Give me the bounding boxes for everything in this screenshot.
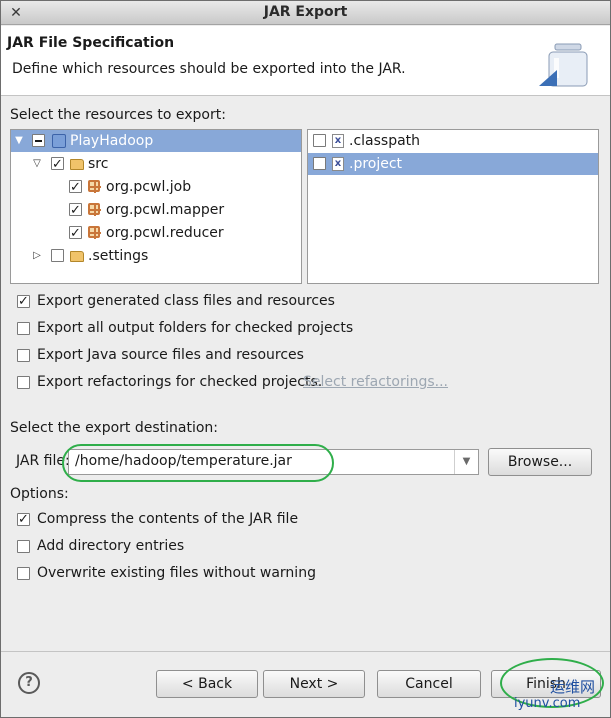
tree-checkbox-job[interactable]	[69, 177, 82, 199]
destination-label: Select the export destination:	[10, 420, 219, 436]
tree-checkbox-settings[interactable]	[51, 249, 64, 262]
title-bar: ✕ JAR Export	[1, 1, 610, 25]
select-refactorings-link[interactable]: Select refactorings...	[303, 372, 448, 392]
back-button[interactable]: < Back	[156, 670, 258, 698]
wizard-banner: JAR File Specification Define which reso…	[1, 26, 610, 96]
tree-item-org-pcwl-mapper[interactable]: org.pcwl.mapper	[11, 199, 301, 222]
file-item-label: .classpath	[349, 133, 421, 149]
chevron-down-icon[interactable]: ▼	[454, 450, 478, 474]
tree-item-label: .settings	[88, 248, 149, 264]
project-icon	[52, 134, 66, 148]
tree-item-label: src	[88, 156, 109, 172]
xml-file-icon: x	[332, 157, 344, 171]
folder-icon	[70, 251, 84, 262]
tree-item-org-pcwl-reducer[interactable]: org.pcwl.reducer	[11, 222, 301, 245]
resource-tree[interactable]: ▼ PlayHadoop ▽ src org.pcwl.job org.pcwl…	[10, 129, 302, 284]
file-item-label: .project	[349, 156, 403, 172]
source-folder-icon	[70, 159, 84, 170]
collapsed-triangle-icon[interactable]: ▷	[31, 245, 43, 267]
xml-file-icon: x	[332, 134, 344, 148]
highlight-circle-jar-file	[62, 444, 334, 482]
page-heading: JAR File Specification	[7, 35, 175, 51]
tree-item-org-pcwl-job[interactable]: org.pcwl.job	[11, 176, 301, 199]
tree-checkbox-mapper[interactable]	[69, 200, 82, 222]
tree-checkbox-src[interactable]	[51, 154, 64, 176]
option-label: Export generated class files and resourc…	[37, 293, 335, 309]
help-icon[interactable]: ?	[18, 672, 40, 694]
window-title: JAR Export	[263, 4, 348, 20]
add-directory-entries-checkbox[interactable]	[17, 540, 30, 553]
option-label: Add directory entries	[37, 538, 185, 554]
tree-item-label: org.pcwl.reducer	[106, 225, 224, 241]
tree-item-label: org.pcwl.mapper	[106, 202, 225, 218]
tree-item-playhadoop[interactable]: ▼ PlayHadoop	[11, 130, 301, 152]
file-item-project[interactable]: x .project	[308, 153, 598, 175]
expanded-triangle-icon[interactable]: ▽	[31, 153, 43, 175]
tree-item-label: org.pcwl.job	[106, 179, 192, 195]
export-java-source-checkbox[interactable]	[17, 349, 30, 362]
jar-export-window: ✕ JAR Export JAR File Specification Defi…	[0, 0, 611, 718]
tree-item-settings[interactable]: ▷ .settings	[11, 245, 301, 267]
page-description: Define which resources should be exporte…	[12, 61, 406, 77]
option-label: Export refactorings for checked projects…	[37, 374, 323, 390]
package-icon	[88, 226, 101, 239]
footer-separator	[1, 651, 610, 652]
export-class-files-checkbox[interactable]	[17, 292, 30, 312]
resource-file-list[interactable]: x .classpath x .project	[307, 129, 599, 284]
compress-checkbox[interactable]	[17, 510, 30, 530]
option-label: Export all output folders for checked pr…	[37, 320, 354, 336]
watermark-text: 运维网	[550, 678, 596, 696]
file-checkbox-classpath[interactable]	[313, 134, 326, 147]
jar-icon	[539, 43, 588, 87]
option-label: Compress the contents of the JAR file	[37, 511, 299, 527]
options-label: Options:	[10, 486, 69, 502]
watermark-url: iyunv.com	[514, 696, 581, 711]
package-icon	[88, 180, 101, 193]
file-item-classpath[interactable]: x .classpath	[308, 130, 598, 152]
file-checkbox-project[interactable]	[313, 157, 326, 170]
package-icon	[88, 203, 101, 216]
next-button[interactable]: Next >	[263, 670, 365, 698]
export-refactorings-checkbox[interactable]	[17, 376, 30, 389]
option-label: Overwrite existing files without warning	[37, 565, 316, 581]
cancel-button[interactable]: Cancel	[377, 670, 481, 698]
export-output-folders-checkbox[interactable]	[17, 322, 30, 335]
tree-checkbox-reducer[interactable]	[69, 223, 82, 245]
browse-button[interactable]: Browse...	[488, 448, 592, 476]
option-label: Export Java source files and resources	[37, 347, 304, 363]
tree-checkbox-playhadoop[interactable]	[32, 134, 45, 147]
tree-item-src[interactable]: ▽ src	[11, 153, 301, 176]
tree-item-label: PlayHadoop	[70, 133, 154, 149]
resources-label: Select the resources to export:	[10, 107, 226, 123]
expanded-triangle-icon[interactable]: ▼	[13, 130, 25, 152]
overwrite-checkbox[interactable]	[17, 567, 30, 580]
